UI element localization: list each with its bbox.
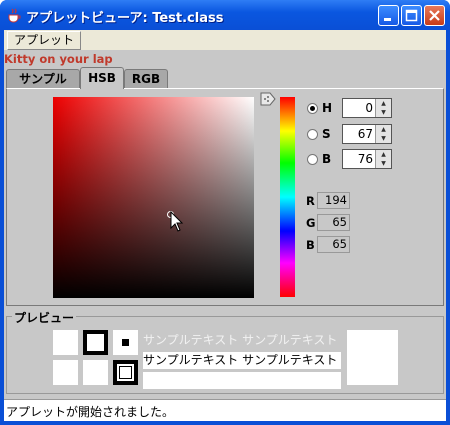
java-cup-icon [8, 8, 21, 23]
brightness-up-icon[interactable]: ▲ [375, 150, 391, 159]
saturation-label: S [322, 127, 331, 141]
brightness-spinner[interactable]: 76 ▲ ▼ [342, 149, 392, 169]
blue-value: 65 [317, 236, 350, 253]
hue-slider-thumb-icon[interactable] [260, 92, 276, 106]
preview-sample-text: サンプルテキスト サンプルテキスト [143, 352, 341, 369]
tab-hsb[interactable]: HSB [80, 67, 124, 89]
hue-radio[interactable] [307, 103, 318, 114]
saturation-spinner[interactable]: 67 ▲ ▼ [342, 124, 392, 144]
preview-color-swatch [347, 330, 398, 385]
close-icon [429, 10, 440, 21]
brightness-radio[interactable] [307, 154, 318, 165]
preview-swatch [53, 360, 78, 385]
tab-sample[interactable]: サンプル [6, 69, 80, 88]
preview-swatch [113, 330, 138, 355]
preview-swatch [113, 360, 138, 385]
minimize-button[interactable] [378, 5, 399, 26]
preview-inner-frame [119, 366, 132, 379]
hue-value: 0 [365, 101, 373, 115]
hue-down-icon[interactable]: ▼ [375, 108, 391, 117]
green-value: 65 [317, 214, 350, 231]
preview-swatch [83, 360, 108, 385]
preview-swatch [53, 330, 78, 355]
maximize-icon [405, 9, 418, 22]
applet-client-area: アプレット Kitty on your lap サンプル RGB HSB H 0… [4, 30, 446, 421]
maximize-button[interactable] [401, 5, 422, 26]
minimize-icon [384, 18, 391, 21]
preview-legend: プレビュー [12, 309, 77, 326]
saturation-down-icon[interactable]: ▼ [375, 134, 391, 143]
preview-sample-text-faded: サンプルテキスト サンプルテキスト [143, 333, 338, 347]
title-bar[interactable]: アプレットビューア: Test.class [0, 0, 450, 30]
applet-window: アプレットビューア: Test.class アプレット Kitty on you… [0, 0, 450, 425]
status-bar: アプレットが開始されました。 [4, 399, 446, 421]
saturation-brightness-field[interactable] [53, 97, 254, 298]
hue-label: H [322, 101, 333, 115]
banner-label: Kitty on your lap [4, 52, 113, 66]
green-label: G [306, 216, 316, 230]
blue-label: B [306, 238, 315, 252]
close-button[interactable] [424, 5, 445, 26]
brightness-down-icon[interactable]: ▼ [375, 159, 391, 168]
hue-up-icon[interactable]: ▲ [375, 99, 391, 108]
preview-swatch [83, 330, 108, 355]
brightness-value: 76 [357, 152, 373, 166]
saturation-up-icon[interactable]: ▲ [375, 125, 391, 134]
menu-bar: アプレット [4, 30, 446, 50]
mouse-pointer-icon [170, 211, 184, 232]
red-label: R [306, 194, 315, 208]
preview-sample-blank [143, 372, 341, 389]
saturation-value: 67 [357, 127, 373, 141]
hue-slider[interactable] [280, 97, 295, 297]
window-title: アプレットビューア: Test.class [26, 11, 224, 26]
menu-applet[interactable]: アプレット [7, 31, 82, 50]
red-value: 194 [317, 192, 350, 209]
preview-dot-icon [122, 339, 129, 346]
saturation-radio[interactable] [307, 129, 318, 140]
brightness-label: B [322, 152, 332, 166]
hue-spinner[interactable]: 0 ▲ ▼ [342, 98, 392, 118]
tab-rgb[interactable]: RGB [124, 69, 168, 88]
status-text: アプレットが開始されました。 [6, 405, 175, 419]
